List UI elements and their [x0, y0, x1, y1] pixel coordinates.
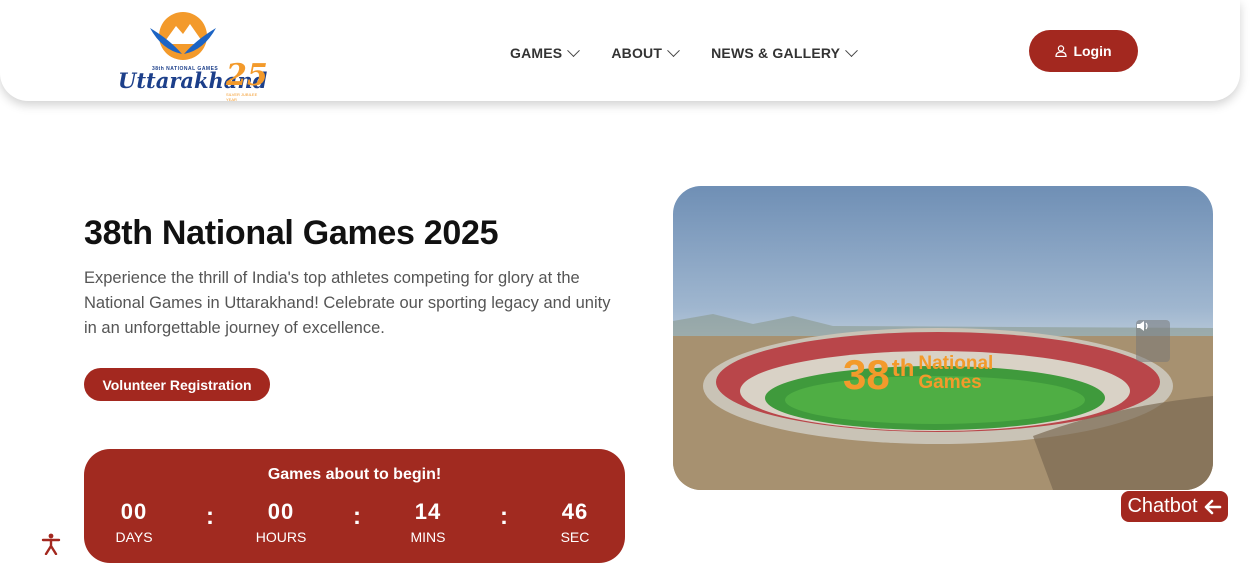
- speaker-icon: [1137, 321, 1148, 331]
- countdown-separator: :: [206, 503, 214, 530]
- logo-number: 25: [226, 58, 268, 93]
- chatbot-button[interactable]: Chatbot: [1121, 491, 1228, 522]
- accessibility-icon[interactable]: [41, 533, 61, 555]
- volunteer-registration-label: Volunteer Registration: [102, 376, 252, 393]
- site-logo[interactable]: 38th NATIONAL GAMES Uttarakhand 25 SILVE…: [118, 10, 268, 102]
- countdown-separator: :: [353, 503, 361, 530]
- nav-news-gallery-label: NEWS & GALLERY: [711, 45, 841, 61]
- chatbot-label: Chatbot: [1127, 495, 1198, 517]
- countdown-timer: Games about to begin! 00 DAYS : 00 HOURS…: [84, 449, 625, 563]
- countdown-mins-label: MINS: [410, 529, 446, 545]
- countdown-sec: 46 SEC: [530, 499, 620, 545]
- countdown-mins-value: 14: [414, 499, 442, 524]
- countdown-mins: 14 MINS: [383, 499, 473, 545]
- login-label: Login: [1073, 43, 1112, 59]
- mute-button[interactable]: [1136, 320, 1170, 362]
- countdown-days-label: DAYS: [115, 529, 153, 545]
- logo-emblem-icon: [150, 12, 216, 60]
- page-title: 38th National Games 2025: [84, 214, 499, 252]
- countdown-title: Games about to begin!: [267, 466, 442, 483]
- chevron-down-icon: [567, 43, 581, 57]
- video-overlay-number: 38: [843, 351, 890, 398]
- countdown-days: 00 DAYS: [89, 499, 179, 545]
- countdown-days-value: 00: [120, 499, 148, 524]
- video-overlay-line1: National: [918, 353, 994, 374]
- login-button[interactable]: Login: [1029, 30, 1138, 72]
- countdown-hours: 00 HOURS: [236, 499, 326, 545]
- countdown-sec-label: SEC: [560, 529, 590, 545]
- volunteer-registration-button[interactable]: Volunteer Registration: [84, 368, 270, 401]
- nav-games-label: GAMES: [510, 45, 563, 61]
- nav-about-label: ABOUT: [611, 45, 663, 61]
- hero-video[interactable]: 38 th National Games: [673, 186, 1213, 490]
- logo-tagline: SILVER JUBILEE YEAR: [226, 92, 258, 102]
- countdown-separator: :: [500, 503, 508, 530]
- countdown-hours-label: HOURS: [255, 529, 307, 545]
- chevron-down-icon: [845, 43, 859, 57]
- nav-games[interactable]: GAMES: [510, 43, 581, 61]
- stadium-image: [673, 314, 1213, 490]
- countdown-hours-value: 00: [267, 499, 295, 524]
- countdown-sec-value: 46: [561, 499, 589, 524]
- arrow-left-icon: [1204, 499, 1221, 514]
- main-nav: GAMES ABOUT NEWS & GALLERY: [510, 43, 859, 61]
- video-overlay-words: National Games: [914, 354, 993, 392]
- video-overlay-text: 38 th National Games: [843, 354, 993, 396]
- hero-description: Experience the thrill of India's top ath…: [84, 269, 611, 337]
- site-header: 38th NATIONAL GAMES Uttarakhand 25 SILVE…: [0, 0, 1240, 102]
- chevron-down-icon: [667, 43, 680, 57]
- nav-about[interactable]: ABOUT: [611, 43, 680, 61]
- video-overlay-suffix: th: [891, 355, 915, 382]
- user-icon: [1055, 45, 1068, 57]
- nav-news-gallery[interactable]: NEWS & GALLERY: [711, 43, 859, 61]
- video-overlay-line2: Games: [918, 372, 982, 393]
